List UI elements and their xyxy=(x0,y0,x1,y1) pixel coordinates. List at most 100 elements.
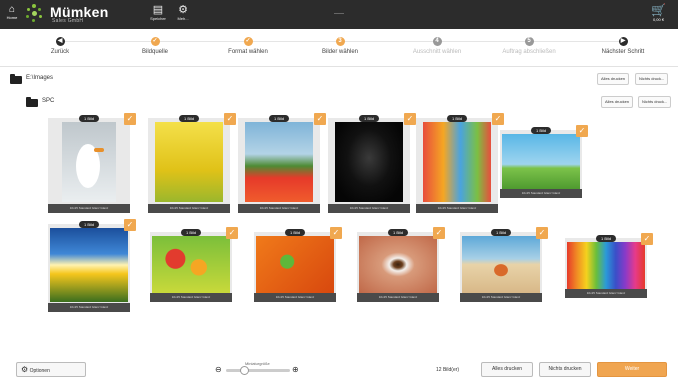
home-icon: ⌂ xyxy=(8,4,16,15)
back-arrow-icon: ◀ xyxy=(55,37,65,46)
top-bar: ⌂ Home Mümken Sales GmbH ▤ Speicher ⚙ Meh..… xyxy=(0,0,678,29)
step-label: Zurück xyxy=(50,49,70,55)
step-source[interactable]: ✓ Bildquelle xyxy=(105,37,205,55)
copies-badge: 1 Bild xyxy=(178,115,200,122)
cart-button[interactable]: 🛒 0,00 € xyxy=(651,3,666,23)
format-caption: 10x15 Standard Glanz Glanz xyxy=(48,303,130,312)
photo-black-dog xyxy=(335,122,403,202)
options-button[interactable]: ⚙ Optionen xyxy=(16,362,86,377)
selected-check-icon[interactable]: ✓ xyxy=(492,113,504,125)
format-caption: 10x15 Standard Glanz Glanz xyxy=(238,204,320,213)
folder-row[interactable]: E:\Images Alles drucken Nichts druck... xyxy=(0,68,678,90)
gear-icon: ⚙ xyxy=(21,365,29,374)
selected-check-icon[interactable]: ✓ xyxy=(536,227,548,239)
step-next[interactable]: ▶ Nächster Schritt xyxy=(573,37,673,55)
next-button[interactable]: Weiter xyxy=(597,362,667,377)
folder-name: E:\Images xyxy=(26,75,54,81)
print-none-button[interactable]: Nichts druck... xyxy=(638,96,672,108)
image-count: 12 Bild(er) xyxy=(436,367,460,373)
copies-badge: 1 Bild xyxy=(595,235,617,242)
selected-check-icon[interactable]: ✓ xyxy=(641,233,653,245)
selected-check-icon[interactable]: ✓ xyxy=(124,113,136,125)
step-back[interactable]: ◀ Zurück xyxy=(10,37,110,55)
photo-rapeseed xyxy=(155,122,223,202)
selected-check-icon[interactable]: ✓ xyxy=(124,219,136,231)
photo-girl-balloons xyxy=(502,134,580,189)
photo-frog xyxy=(256,236,334,293)
save-label: Speicher xyxy=(150,16,166,21)
copies-badge: 1 Bild xyxy=(446,115,468,122)
image-tile-frog[interactable]: 1 Bild ✓ 10x15 Standard Glanz Glanz xyxy=(254,227,342,302)
step-finish: 5 Auftrag abschließen xyxy=(479,37,579,55)
image-tile-pencils[interactable]: 1 Bild ✓ 10x15 Standard Glanz Glanz xyxy=(565,233,653,298)
subfolder-row[interactable]: SPC Alles drucken Nichts druck... xyxy=(0,91,678,113)
copies-badge: 1 Bild xyxy=(530,127,552,134)
brand: Mümken Sales GmbH xyxy=(50,4,109,24)
image-tile-girl-balloons[interactable]: 1 Bild ✓ 10x15 Standard Glanz Glanz xyxy=(500,125,588,198)
home-button[interactable]: ⌂ Home xyxy=(6,4,18,20)
window-handle xyxy=(334,13,344,14)
copies-badge: 1 Bild xyxy=(490,229,512,236)
photo-sunflowers xyxy=(50,228,128,302)
selected-check-icon[interactable]: ✓ xyxy=(226,227,238,239)
folder-open-icon xyxy=(26,97,38,107)
step-label: Ausschnitt wählen xyxy=(412,49,462,55)
copies-badge: 1 Bild xyxy=(78,115,100,122)
step-images[interactable]: 3 Bilder wählen xyxy=(290,37,390,55)
print-none-button[interactable]: Nichts druck... xyxy=(635,73,669,85)
more-button[interactable]: ⚙ Meh... xyxy=(175,4,191,21)
copies-badge: 1 Bild xyxy=(268,115,290,122)
image-tile-crab[interactable]: 1 Bild ✓ 10x15 Standard Glanz Glanz xyxy=(460,227,548,302)
cart-icon: 🛒 xyxy=(651,3,666,17)
step-label: Format wählen xyxy=(228,49,268,55)
image-tile-fruits[interactable]: 1 Bild ✓ 10x15 Standard Glanz Glanz xyxy=(150,227,238,302)
step-number: 5 xyxy=(524,37,534,46)
thumbnail-size-slider[interactable] xyxy=(226,366,290,375)
image-tile-goose[interactable]: 1 Bild ✓ 10x15 Standard Glanz Glanz xyxy=(48,113,136,213)
more-label: Meh... xyxy=(177,16,189,21)
step-label: Bilder wählen xyxy=(321,49,359,55)
selected-check-icon[interactable]: ✓ xyxy=(576,125,588,137)
image-tile-eye[interactable]: 1 Bild ✓ 10x15 Standard Glanz Glanz xyxy=(357,227,445,302)
image-tile-colorful-houses[interactable]: 1 Bild ✓ 10x15 Standard Glanz Glanz xyxy=(416,113,504,213)
zoom-out-icon[interactable]: ⊖ xyxy=(215,366,222,374)
options-label: Optionen xyxy=(29,368,50,374)
print-none-button[interactable]: Nichts drucken xyxy=(539,362,591,377)
selected-check-icon[interactable]: ✓ xyxy=(330,227,342,239)
check-icon: ✓ xyxy=(150,37,160,46)
selected-check-icon[interactable]: ✓ xyxy=(314,113,326,125)
format-caption: 10x15 Standard Glanz Glanz xyxy=(254,293,336,302)
copies-badge: 1 Bild xyxy=(78,221,100,228)
image-tile-windmill-tulips[interactable]: 1 Bild ✓ 10x15 Standard Glanz Glanz xyxy=(238,113,326,213)
image-tile-sunflowers[interactable]: 1 Bild ✓ 10x15 Standard Glanz Glanz xyxy=(48,219,136,312)
format-caption: 10x15 Standard Glanz Glanz xyxy=(416,204,498,213)
format-caption: 10x15 Standard Glanz Glanz xyxy=(148,204,230,213)
print-all-button[interactable]: Alles drucken xyxy=(597,73,630,85)
format-caption: 10x15 Standard Glanz Glanz xyxy=(357,293,439,302)
photo-colorful-houses xyxy=(423,122,491,202)
photo-crab xyxy=(462,236,540,293)
home-label: Home xyxy=(6,15,18,20)
step-format[interactable]: ✓ Format wählen xyxy=(198,37,298,55)
print-all-button[interactable]: Alles drucken xyxy=(601,96,634,108)
zoom-in-icon[interactable]: ⊕ xyxy=(292,366,299,374)
step-label: Bildquelle xyxy=(141,49,169,55)
step-number: 3 xyxy=(335,37,345,46)
print-all-button[interactable]: Alles drucken xyxy=(481,362,533,377)
format-caption: 10x15 Standard Glanz Glanz xyxy=(48,204,130,213)
footer-bar: ⚙ Optionen Miniaturgröße ⊖ ⊕ 12 Bild(er)… xyxy=(0,361,678,378)
save-button[interactable]: ▤ Speicher xyxy=(150,4,166,21)
selected-check-icon[interactable]: ✓ xyxy=(404,113,416,125)
format-caption: 10x15 Standard Glanz Glanz xyxy=(328,204,410,213)
image-tile-black-dog[interactable]: 1 Bild ✓ 10x15 Standard Glanz Glanz xyxy=(328,113,416,213)
step-crop: 4 Ausschnitt wählen xyxy=(387,37,487,55)
selected-check-icon[interactable]: ✓ xyxy=(433,227,445,239)
copies-badge: 1 Bild xyxy=(358,115,380,122)
photo-fruits xyxy=(152,236,230,293)
selected-check-icon[interactable]: ✓ xyxy=(224,113,236,125)
photo-eye xyxy=(359,236,437,293)
slider-handle[interactable] xyxy=(240,366,249,375)
folder-name: SPC xyxy=(42,98,55,104)
image-tile-rapeseed[interactable]: 1 Bild ✓ 10x15 Standard Glanz Glanz xyxy=(148,113,236,213)
wizard-steps: ◀ Zurück ✓ Bildquelle ✓ Format wählen 3 Bild… xyxy=(0,29,678,67)
